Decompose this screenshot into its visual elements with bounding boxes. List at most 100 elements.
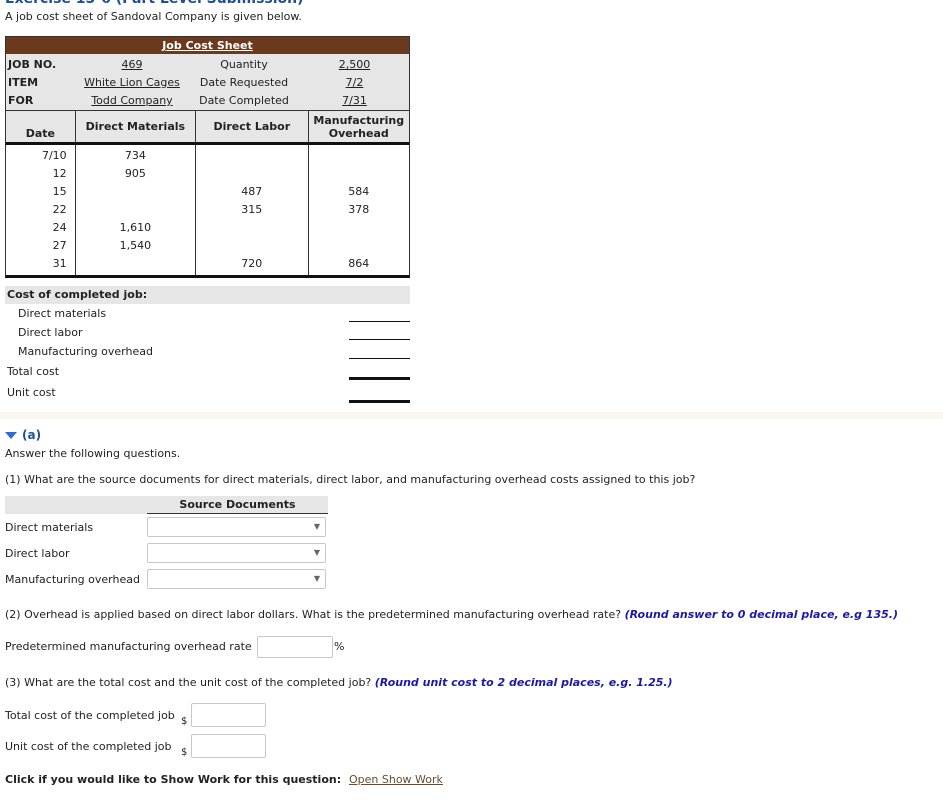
ccj-total-cost-row: Total cost [5,361,410,382]
question-1: (1) What are the source documents for di… [5,473,696,486]
moh-cell: 378 [348,203,370,216]
ccj-manufacturing-overhead-label: Manufacturing overhead [18,345,153,358]
dm-cell: 905 [124,167,146,180]
ccj-direct-labor-row: Direct labor [5,323,410,342]
dl-cell [196,147,307,165]
source-row-direct-labor: Direct labor ▼ [5,540,328,566]
source-row-manufacturing-overhead: Manufacturing overhead ▼ [5,566,328,592]
ccj-direct-materials-label: Direct materials [18,307,107,320]
source-documents-table: Source Documents Direct materials ▼ Dire… [5,496,328,592]
manufacturing-overhead-source-select[interactable]: ▼ [147,569,326,589]
question-2-text: (2) Overhead is applied based on direct … [5,608,622,621]
direct-materials-column: 734 905 1,610 1,540 [76,145,197,275]
date-cell: 31 [52,257,67,270]
moh-cell [309,219,410,237]
job-info-row: ITEM White Lion Cages Date Requested 7/2 [6,74,409,92]
direct-materials-source-select[interactable]: ▼ [147,517,326,537]
part-a-toggle[interactable]: (a) [5,428,41,442]
date-cell: 12 [52,167,67,180]
cost-of-completed-job: Cost of completed job: Direct materials … [5,286,410,403]
dl-cell [196,219,307,237]
source-documents-header: Source Documents [147,496,328,514]
moh-cell: 864 [348,257,370,270]
dl-cell [196,165,307,183]
dm-cell [76,255,195,273]
part-a-label: (a) [22,428,42,442]
date-cell: 15 [52,185,67,198]
total-cost-input[interactable] [191,703,266,727]
date-completed-value: 7/31 [342,94,367,107]
dropdown-arrow-icon: ▼ [313,548,320,557]
date-requested-label: Date Requested [199,76,289,89]
column-headers: Date Direct Materials Direct Labor Manuf… [5,110,410,145]
job-info-row: FOR Todd Company Date Completed 7/31 [6,92,409,110]
job-no-label: JOB NO. [8,58,57,71]
quantity-value: 2,500 [338,58,371,71]
for-value: Todd Company [91,94,173,107]
date-completed-label: Date Completed [199,94,289,107]
quantity-label: Quantity [220,58,268,71]
dl-cell: 487 [241,185,263,198]
question-3: (3) What are the total cost and the unit… [5,676,673,689]
source-label-direct-materials: Direct materials [5,520,94,534]
open-show-work-link[interactable]: Open Show Work [349,773,443,786]
source-documents-header-row: Source Documents [5,496,328,514]
unit-cost-label: Unit cost of the completed job [5,740,172,753]
dollar-sign: $ [181,747,188,758]
manufacturing-overhead-column: 584 378 864 [309,145,410,275]
col-header-direct-labor: Direct Labor [196,111,309,142]
dollar-sign: $ [181,716,188,727]
intro-text: A job cost sheet of Sandoval Company is … [5,10,302,23]
item-label: ITEM [8,76,39,89]
source-row-direct-materials: Direct materials ▼ [5,514,328,540]
overhead-rate-input[interactable] [257,636,333,658]
job-cost-sheet: Job Cost Sheet JOB NO. 469 Quantity 2,50… [5,36,410,278]
ccj-direct-labor-label: Direct labor [18,326,83,339]
job-no-value: 469 [121,58,143,71]
question-3-text: (3) What are the total cost and the unit… [5,676,372,689]
moh-cell [309,165,410,183]
col-header-date: Date [6,111,76,142]
ccj-manufacturing-overhead-row: Manufacturing overhead [5,342,410,361]
for-label: FOR [8,94,34,107]
source-label-direct-labor: Direct labor [5,546,70,560]
unit-cost-input[interactable] [191,734,266,758]
direct-labor-column: 487 315 720 [196,145,309,275]
show-work-prompt: Click if you would like to Show Work for… [5,773,342,786]
dm-cell: 734 [124,149,146,162]
direct-labor-source-select[interactable]: ▼ [147,543,326,563]
dl-cell: 720 [241,257,263,270]
col-header-direct-materials: Direct Materials [76,111,197,142]
total-cost-label: Total cost of the completed job [5,709,175,722]
ccj-total-cost-blank [349,377,410,380]
dm-cell [76,201,195,219]
date-cell: 7/10 [41,149,67,162]
dm-cell: 1,610 [119,221,152,234]
ccj-manufacturing-overhead-blank [349,358,410,359]
date-column: 7/10 12 15 22 24 27 31 [6,145,76,275]
job-info: JOB NO. 469 Quantity 2,500 ITEM White Li… [5,54,410,110]
job-info-row: JOB NO. 469 Quantity 2,500 [6,56,409,74]
dl-cell [196,237,307,255]
dl-cell: 315 [241,203,263,216]
dm-cell [76,183,195,201]
item-value: White Lion Cages [84,76,180,89]
question-2: (2) Overhead is applied based on direct … [5,608,898,621]
ccj-direct-materials-row: Direct materials [5,304,410,323]
rate-label: Predetermined manufacturing overhead rat… [5,640,252,653]
ccj-direct-materials-blank [349,321,410,322]
cost-of-completed-job-heading: Cost of completed job: [5,286,410,304]
ccj-unit-cost-row: Unit cost [5,382,410,403]
moh-cell [309,237,410,255]
ccj-unit-cost-label: Unit cost [7,386,56,399]
ccj-direct-labor-blank [349,339,410,340]
dropdown-arrow-icon: ▼ [313,574,320,583]
exercise-title: Exercise 15-6 (Part Level Submission) [5,0,304,7]
date-cell: 22 [52,203,67,216]
moh-cell: 584 [348,185,370,198]
instruction-text: Answer the following questions. [5,447,181,460]
col-header-manufacturing-overhead: Manufacturing Overhead [313,113,405,140]
job-cost-sheet-title: Job Cost Sheet [5,36,410,54]
dm-cell: 1,540 [119,239,152,252]
question-3-hint: (Round unit cost to 2 decimal places, e.… [374,676,673,689]
